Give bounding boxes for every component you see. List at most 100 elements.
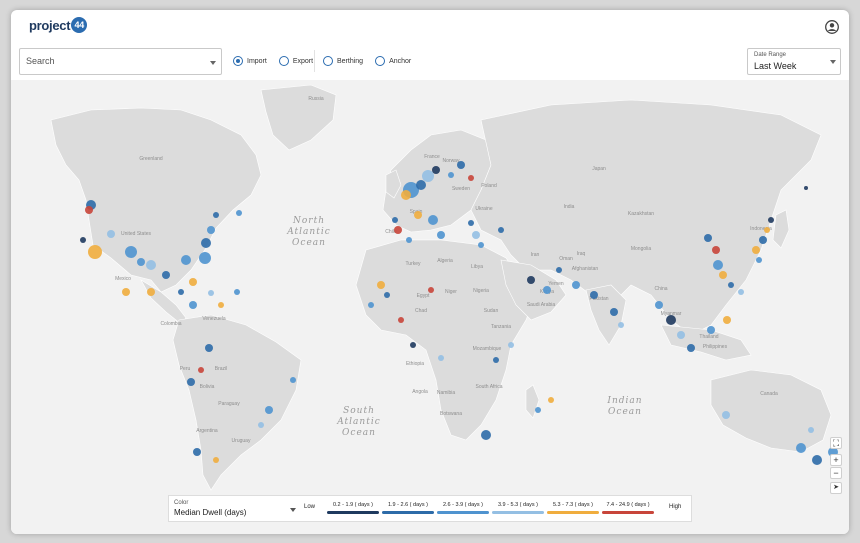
port-marker[interactable] — [162, 271, 170, 279]
port-marker[interactable] — [201, 238, 211, 248]
berthing-radio[interactable] — [323, 56, 333, 66]
chevron-down-icon[interactable] — [830, 60, 836, 64]
port-marker[interactable] — [392, 217, 398, 223]
port-marker[interactable] — [472, 231, 480, 239]
port-marker[interactable] — [377, 281, 385, 289]
port-marker[interactable] — [401, 190, 411, 200]
legend-bin[interactable]: 5.3 - 7.3 ( days ) — [547, 502, 599, 514]
port-marker[interactable] — [618, 322, 624, 328]
chevron-down-icon[interactable] — [210, 61, 216, 65]
port-marker[interactable] — [764, 227, 770, 233]
port-marker[interactable] — [107, 230, 115, 238]
port-marker[interactable] — [468, 175, 474, 181]
port-marker[interactable] — [712, 246, 720, 254]
fullscreen-button[interactable]: ⛶ — [830, 437, 842, 449]
port-marker[interactable] — [410, 342, 416, 348]
port-marker[interactable] — [147, 288, 155, 296]
legend-bin[interactable]: 7.4 - 24.9 ( days ) — [602, 502, 654, 514]
port-marker[interactable] — [193, 448, 201, 456]
port-marker[interactable] — [384, 292, 390, 298]
port-marker[interactable] — [187, 378, 195, 386]
port-marker[interactable] — [414, 211, 422, 219]
port-marker[interactable] — [666, 315, 676, 325]
port-marker[interactable] — [655, 301, 663, 309]
port-marker[interactable] — [796, 443, 806, 453]
port-marker[interactable] — [85, 206, 93, 214]
port-marker[interactable] — [610, 308, 618, 316]
legend-bin[interactable]: 2.6 - 3.9 ( days ) — [437, 502, 489, 514]
port-marker[interactable] — [493, 357, 499, 363]
port-marker[interactable] — [468, 220, 474, 226]
port-marker[interactable] — [556, 267, 562, 273]
port-marker[interactable] — [804, 186, 808, 190]
port-marker[interactable] — [448, 172, 454, 178]
port-marker[interactable] — [122, 288, 130, 296]
port-marker[interactable] — [422, 170, 434, 182]
map-canvas[interactable]: North Atlantic Ocean South Atlantic Ocean In… — [11, 80, 849, 534]
port-marker[interactable] — [590, 291, 598, 299]
port-marker[interactable] — [146, 260, 156, 270]
port-marker[interactable] — [728, 282, 734, 288]
port-marker[interactable] — [687, 344, 695, 352]
port-marker[interactable] — [756, 257, 762, 263]
port-marker[interactable] — [189, 278, 197, 286]
anchor-radio[interactable] — [375, 56, 386, 66]
port-marker[interactable] — [707, 326, 715, 334]
port-marker[interactable] — [437, 231, 445, 239]
port-marker[interactable] — [723, 316, 731, 324]
port-marker[interactable] — [438, 355, 444, 361]
port-marker[interactable] — [416, 180, 426, 190]
port-marker[interactable] — [543, 286, 551, 294]
port-marker[interactable] — [759, 236, 767, 244]
port-marker[interactable] — [234, 289, 240, 295]
search-combobox[interactable] — [19, 48, 222, 75]
port-marker[interactable] — [478, 242, 484, 248]
date-range-select[interactable]: Date Range Last Week — [747, 48, 841, 75]
port-marker[interactable] — [137, 258, 145, 266]
import-radio[interactable] — [233, 56, 243, 66]
port-marker[interactable] — [207, 226, 215, 234]
legend-bin[interactable]: 1.9 - 2.6 ( days ) — [382, 502, 434, 514]
port-marker[interactable] — [527, 276, 535, 284]
port-marker[interactable] — [548, 397, 554, 403]
port-marker[interactable] — [208, 290, 214, 296]
zoom-in-button[interactable]: + — [830, 454, 842, 466]
zoom-out-button[interactable]: − — [830, 467, 842, 479]
port-marker[interactable] — [394, 226, 402, 234]
port-marker[interactable] — [398, 317, 404, 323]
reset-north-button[interactable]: ➤ — [830, 482, 842, 494]
port-marker[interactable] — [213, 457, 219, 463]
port-marker[interactable] — [535, 407, 541, 413]
port-marker[interactable] — [572, 281, 580, 289]
port-marker[interactable] — [498, 227, 504, 233]
port-marker[interactable] — [481, 430, 491, 440]
search-input[interactable] — [26, 56, 186, 66]
port-marker[interactable] — [189, 301, 197, 309]
port-marker[interactable] — [677, 331, 685, 339]
port-marker[interactable] — [236, 210, 242, 216]
port-marker[interactable] — [290, 377, 296, 383]
port-marker[interactable] — [722, 411, 730, 419]
port-marker[interactable] — [812, 455, 822, 465]
port-marker[interactable] — [218, 302, 224, 308]
chevron-down-icon[interactable] — [290, 508, 296, 512]
port-marker[interactable] — [768, 217, 774, 223]
port-marker[interactable] — [457, 161, 465, 169]
port-marker[interactable] — [213, 212, 219, 218]
port-marker[interactable] — [406, 237, 412, 243]
user-account-icon[interactable] — [825, 20, 839, 34]
port-marker[interactable] — [508, 342, 514, 348]
port-marker[interactable] — [178, 289, 184, 295]
legend-bin[interactable]: 3.9 - 5.3 ( days ) — [492, 502, 544, 514]
world-map[interactable]: North Atlantic Ocean South Atlantic Ocean In… — [11, 80, 849, 534]
port-marker[interactable] — [713, 260, 723, 270]
port-marker[interactable] — [368, 302, 374, 308]
port-marker[interactable] — [704, 234, 712, 242]
port-marker[interactable] — [752, 246, 760, 254]
port-marker[interactable] — [205, 344, 213, 352]
legend-metric-select[interactable]: Median Dwell (days) — [174, 508, 246, 517]
legend-bin[interactable]: 0.2 - 1.9 ( days ) — [327, 502, 379, 514]
export-radio[interactable] — [278, 56, 289, 66]
port-marker[interactable] — [181, 255, 191, 265]
port-marker[interactable] — [80, 237, 86, 243]
